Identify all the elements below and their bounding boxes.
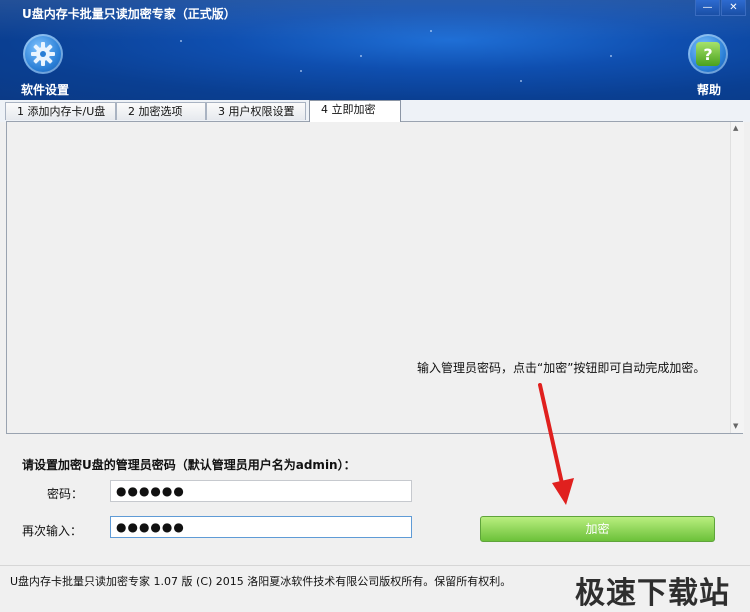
tab-add-card[interactable]: 1 添加内存卡/U盘 bbox=[5, 102, 116, 120]
tab-user-permissions[interactable]: 3 用户权限设置 bbox=[206, 102, 306, 120]
minimize-button[interactable]: — bbox=[695, 0, 720, 16]
window-controls: — ✕ bbox=[694, 0, 746, 16]
encrypt-button[interactable]: 加密 bbox=[480, 516, 715, 542]
log-panel: ▲ ▼ 输入管理员密码，点击“加密”按钮即可自动完成加密。 bbox=[6, 121, 744, 434]
scroll-down-icon[interactable]: ▼ bbox=[733, 422, 738, 430]
copyright-text: U盘内存卡批量只读加密专家 1.07 版 (C) 2015 洛阳夏冰软件技术有限… bbox=[10, 575, 512, 588]
scroll-up-icon[interactable]: ▲ bbox=[733, 124, 738, 132]
vertical-scrollbar[interactable]: ▲ ▼ bbox=[730, 122, 744, 433]
header-decoration bbox=[610, 55, 612, 57]
app-header: U盘内存卡批量只读加密专家（正式版） — ✕ 软件设置 ? 帮助 bbox=[0, 0, 750, 100]
section-title: 请设置加密U盘的管理员密码（默认管理员用户名为admin）： bbox=[22, 458, 356, 472]
help-icon: ? bbox=[696, 42, 720, 66]
header-decoration bbox=[300, 70, 302, 72]
password-label: 密码： bbox=[47, 487, 84, 501]
tab-encrypt-now[interactable]: 4 立即加密 bbox=[309, 100, 401, 122]
header-decoration bbox=[520, 80, 522, 82]
tab-bar: 1 添加内存卡/U盘 2 加密选项 3 用户权限设置 4 立即加密 bbox=[0, 100, 750, 122]
password-field[interactable]: ●●●●●● bbox=[110, 480, 412, 502]
tab-encrypt-options[interactable]: 2 加密选项 bbox=[116, 102, 206, 120]
status-bar: U盘内存卡批量只读加密专家 1.07 版 (C) 2015 洛阳夏冰软件技术有限… bbox=[0, 565, 750, 611]
settings-label[interactable]: 软件设置 bbox=[21, 81, 69, 98]
site-watermark: 极速下载站 bbox=[575, 576, 730, 611]
help-button[interactable]: ? bbox=[688, 34, 728, 74]
confirm-password-field[interactable]: ●●●●●● bbox=[110, 516, 412, 538]
window-title: U盘内存卡批量只读加密专家（正式版） bbox=[22, 7, 236, 21]
gear-icon bbox=[31, 42, 55, 66]
confirm-password-label: 再次输入： bbox=[22, 524, 83, 538]
settings-button[interactable] bbox=[23, 34, 63, 74]
close-button[interactable]: ✕ bbox=[721, 0, 746, 16]
help-label[interactable]: 帮助 bbox=[697, 81, 721, 98]
password-section: 请设置加密U盘的管理员密码（默认管理员用户名为admin）： 密码： ●●●●●… bbox=[6, 434, 743, 562]
header-decoration bbox=[180, 40, 182, 42]
instruction-text: 输入管理员密码，点击“加密”按钮即可自动完成加密。 bbox=[417, 361, 706, 375]
header-decoration bbox=[360, 55, 362, 57]
header-decoration bbox=[430, 30, 432, 32]
